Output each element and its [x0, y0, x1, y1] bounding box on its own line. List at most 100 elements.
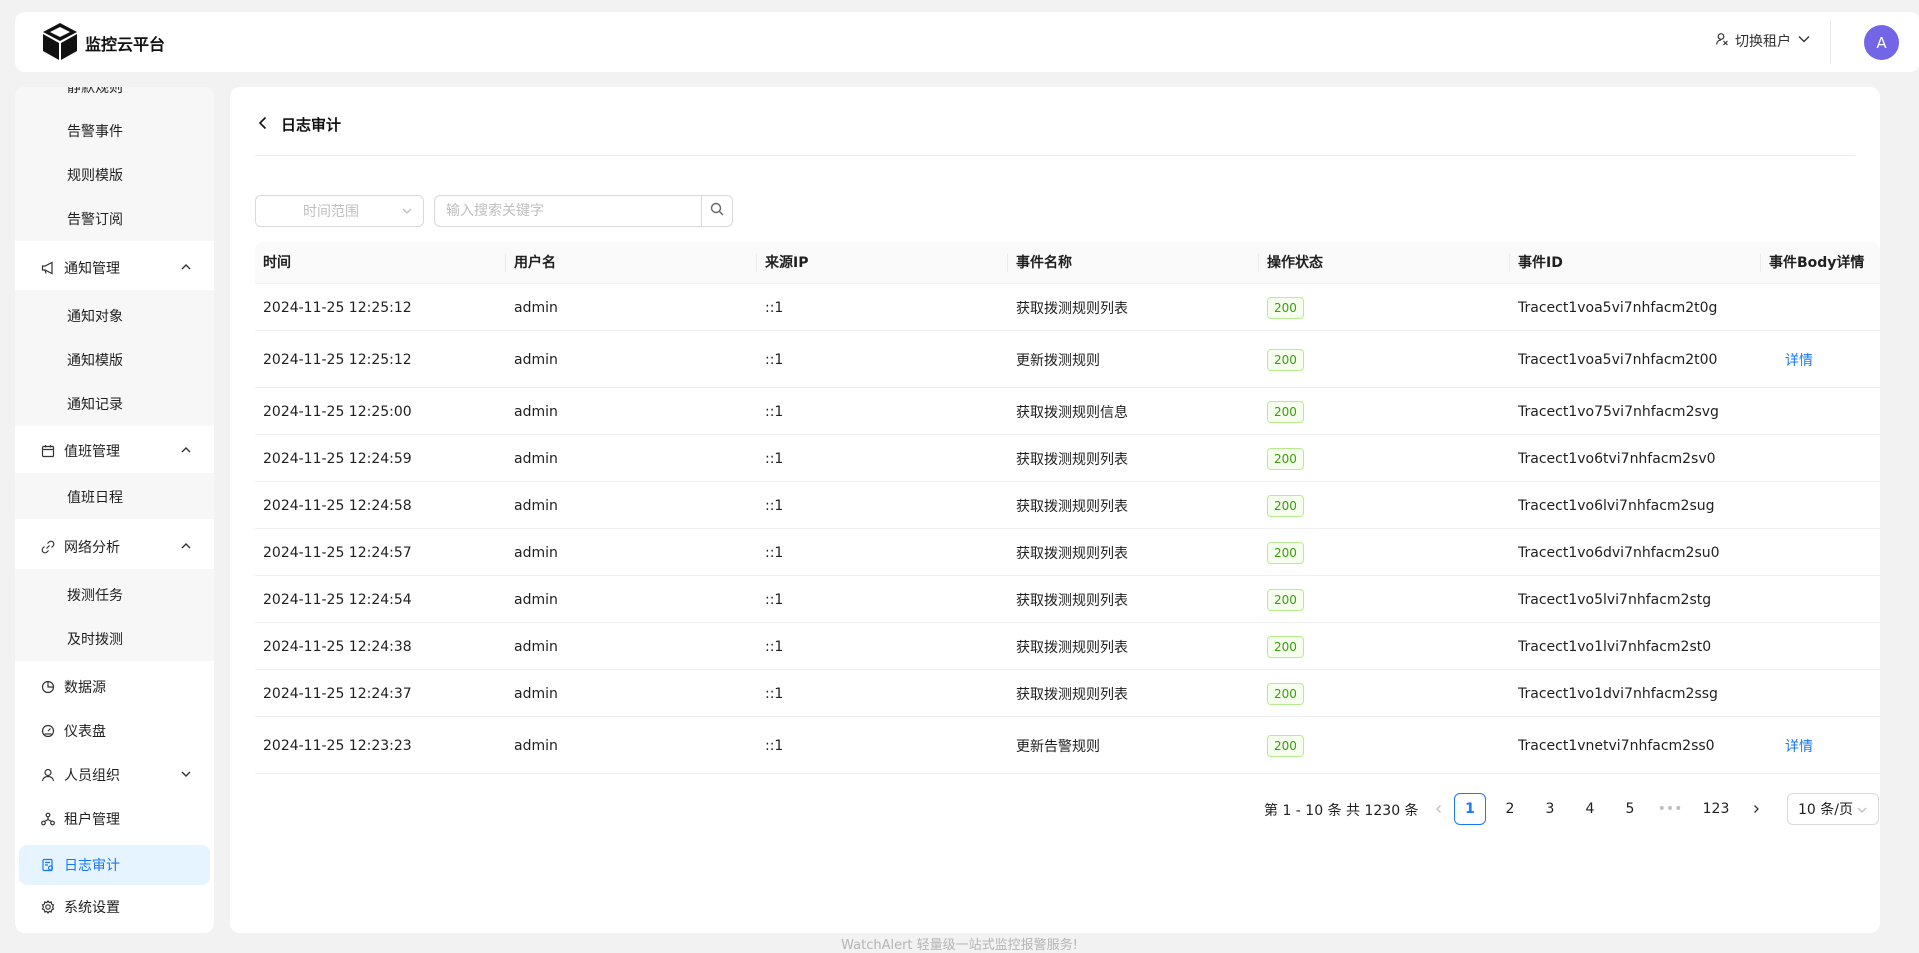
sidebar-item-silence-rules[interactable]: 静默规则	[15, 87, 214, 109]
cell-source-ip-text: ::1	[765, 638, 784, 655]
cell-time-text: 2024-11-25 12:24:59	[263, 450, 412, 467]
chevron-down-icon	[401, 205, 413, 221]
sidebar-item-alert-events[interactable]: 告警事件	[15, 109, 214, 153]
tenant-switch-button[interactable]: 切换租户	[1715, 31, 1811, 51]
sidebar-item-notify-templates[interactable]: 通知模版	[15, 338, 214, 382]
status-badge: 200	[1267, 296, 1304, 319]
table-row: 2024-11-25 12:25:12 admin::1 获取拨测规则列表 200 Tr…	[255, 284, 1880, 331]
cell-event-id: Tracect1vo6dvi7nhfacm2su0	[1518, 529, 1720, 576]
sidebar-item-label: 系统设置	[64, 900, 120, 916]
detail-link[interactable]: 详情	[1785, 350, 1813, 370]
time-range-placeholder: 时间范围	[303, 204, 359, 220]
table-row: 2024-11-25 12:24:58 admin::1 获取拨测规则列表 200 Tr…	[255, 482, 1880, 529]
logo[interactable]: 监控云平台	[41, 21, 165, 65]
cell-source-ip: ::1	[765, 717, 783, 774]
pagination: 第 1 - 10 条 共 1230 条 1 2 3 4 5 ••• 123 10…	[230, 793, 1880, 825]
page-size-select[interactable]: 10 条/页	[1787, 793, 1879, 825]
cell-source-ip-text: ::1	[765, 591, 784, 608]
column-separator	[505, 254, 506, 272]
sidebar-item-label: 网络分析	[64, 540, 120, 556]
cell-event-name-text: 获取拨测规则列表	[1016, 686, 1128, 703]
sidebar-item-datasource[interactable]: 数据源	[15, 665, 214, 709]
sidebar-item-label: 告警订阅	[67, 212, 123, 228]
table-row: 2024-11-25 12:24:37 admin::1 获取拨测规则列表 200 Tr…	[255, 670, 1880, 717]
time-range-picker[interactable]: 时间范围	[255, 195, 424, 227]
cell-event-id-text: Tracect1voa5vi7nhfacm2t0g	[1518, 299, 1718, 316]
sidebar-group-duty[interactable]: 值班管理	[15, 429, 214, 473]
sidebar-item-rule-templates[interactable]: 规则模版	[15, 153, 214, 197]
sidebar-item-label: 日志审计	[64, 858, 120, 874]
cell-event-name: 更新拨测规则	[1016, 331, 1100, 388]
table-row: 2024-11-25 12:24:54 admin::1 获取拨测规则列表 200 Tr…	[255, 576, 1880, 623]
cell-time-text: 2024-11-25 12:24:57	[263, 544, 412, 561]
sidebar-item-probe-tasks[interactable]: 拨测任务	[15, 573, 214, 617]
back-arrow-icon[interactable]	[257, 116, 269, 134]
sidebar-group-notification[interactable]: 通知管理	[15, 246, 214, 290]
sidebar-item-duty-schedule[interactable]: 值班日程	[15, 475, 214, 519]
cell-status: 200	[1267, 284, 1304, 331]
cell-event-id-text: Tracect1vo6dvi7nhfacm2su0	[1518, 544, 1720, 561]
cell-time-text: 2024-11-25 12:25:00	[263, 403, 412, 420]
cell-time: 2024-11-25 12:25:12	[263, 284, 412, 331]
avatar[interactable]: A	[1864, 25, 1899, 60]
page-button-3[interactable]: 3	[1534, 793, 1566, 825]
cell-user-text: admin	[514, 403, 558, 420]
page-button-last[interactable]: 123	[1694, 793, 1738, 825]
detail-link[interactable]: 详情	[1785, 736, 1813, 756]
link-icon	[40, 539, 56, 555]
cell-status: 200	[1267, 670, 1304, 717]
cell-event-name: 获取拨测规则列表	[1016, 576, 1128, 623]
user-switch-icon	[1715, 32, 1729, 50]
status-badge: 200	[1267, 635, 1304, 658]
cell-event-name: 获取拨测规则列表	[1016, 529, 1128, 576]
cell-user: admin	[514, 435, 558, 482]
page-button-1[interactable]: 1	[1454, 793, 1486, 825]
sidebar-item-alert-subscriptions[interactable]: 告警订阅	[15, 197, 214, 241]
cell-event-name: 获取拨测规则列表	[1016, 670, 1128, 717]
tenant-switch-label: 切换租户	[1735, 34, 1791, 50]
page-button-5[interactable]: 5	[1614, 793, 1646, 825]
status-badge: 200	[1267, 734, 1304, 757]
cell-source-ip: ::1	[765, 482, 783, 529]
cell-time: 2024-11-25 12:24:58	[263, 482, 412, 529]
sidebar-item-tenant-management[interactable]: 租户管理	[15, 797, 214, 841]
cell-event-id: Tracect1vo6lvi7nhfacm2sug	[1518, 482, 1715, 529]
cell-event-id-text: Tracect1vo6tvi7nhfacm2sv0	[1518, 450, 1716, 467]
cell-source-ip: ::1	[765, 331, 783, 388]
sidebar-group-members[interactable]: 人员组织	[15, 753, 214, 797]
search-icon	[710, 202, 724, 220]
sidebar-item-notify-records[interactable]: 通知记录	[15, 382, 214, 426]
next-page-button[interactable]	[1740, 793, 1772, 825]
sidebar-item-label: 拨测任务	[67, 588, 123, 604]
prev-page-button[interactable]	[1423, 793, 1455, 825]
sidebar-group-network-analysis[interactable]: 网络分析	[15, 525, 214, 569]
page-button-2[interactable]: 2	[1494, 793, 1526, 825]
sidebar-item-notify-objects[interactable]: 通知对象	[15, 294, 214, 338]
cell-source-ip: ::1	[765, 529, 783, 576]
sidebar-item-audit-log[interactable]: 日志审计	[19, 845, 210, 885]
cell-event-id: Tracect1vo1dvi7nhfacm2ssg	[1518, 670, 1718, 717]
chevron-up-icon	[180, 444, 192, 460]
sidebar-item-label: 通知模版	[67, 353, 123, 369]
column-separator	[1760, 254, 1761, 272]
cell-event-name-text: 获取拨测规则信息	[1016, 404, 1128, 421]
jump-next-ellipsis[interactable]: •••	[1654, 793, 1686, 825]
sidebar-item-instant-probe[interactable]: 及时拨测	[15, 617, 214, 661]
page-button-4[interactable]: 4	[1574, 793, 1606, 825]
sidebar-item-system-settings[interactable]: 系统设置	[15, 885, 214, 929]
cell-status: 200	[1267, 482, 1304, 529]
search-input[interactable]	[435, 196, 702, 226]
cell-source-ip: ::1	[765, 576, 783, 623]
chevron-down-icon	[180, 768, 192, 784]
status-badge: 200	[1267, 348, 1304, 371]
status-badge: 200	[1267, 494, 1304, 517]
sidebar: 静默规则 告警事件 规则模版 告警订阅 通知管理 通知对象 通知模版 通知记录 …	[15, 87, 214, 933]
column-header-time: 时间	[263, 255, 291, 271]
cell-status: 200	[1267, 435, 1304, 482]
user-icon	[40, 767, 56, 783]
sidebar-item-label: 规则模版	[67, 168, 123, 184]
search-button[interactable]	[701, 196, 732, 226]
status-badge: 200	[1267, 400, 1304, 423]
column-separator	[1509, 254, 1510, 272]
sidebar-item-dashboard[interactable]: 仪表盘	[15, 709, 214, 753]
